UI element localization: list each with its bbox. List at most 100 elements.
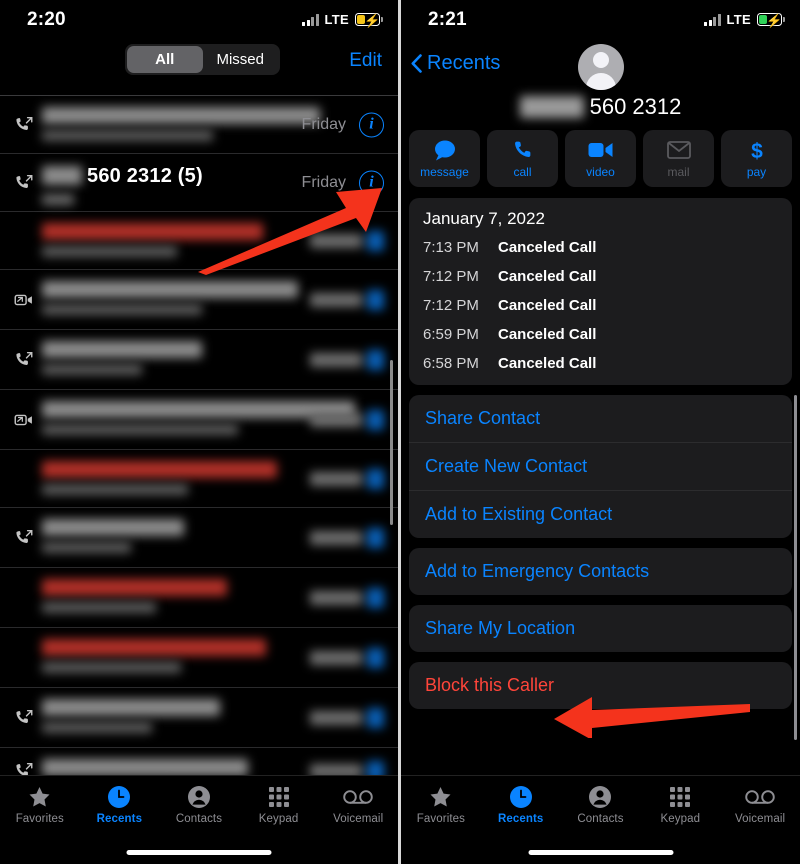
tab-recents[interactable]: Recents [80,784,160,825]
redacted-subtitle [42,602,156,613]
outgoing-call-icon [16,762,33,775]
star-icon [428,784,453,810]
tab-favorites[interactable]: Favorites [0,784,80,825]
redacted-subtitle [42,484,188,495]
status-indicators: LTE ⚡ [302,12,383,28]
call-row-number: 560 2312 (5) [87,165,203,187]
call-row[interactable] [0,508,398,568]
redacted-name [42,699,220,716]
info-button[interactable]: i [359,170,384,195]
menu-group: Share Contact Create New Contact Add to Ex… [409,395,792,538]
home-indicator [126,850,272,855]
segment-missed[interactable]: Missed [203,46,279,73]
svg-text:$: $ [751,140,763,161]
network-label: LTE [324,12,349,27]
back-to-recents-button[interactable]: Recents [411,52,500,75]
call-row[interactable]: 560 2312 (5) Friday i [0,154,398,212]
contact-options-menu[interactable]: Share Contact Create New Contact Add to Ex… [401,395,800,709]
action-message[interactable]: message [409,130,480,187]
voicemail-icon [745,790,775,804]
cellular-signal-icon [704,13,721,26]
outgoing-call-icon [16,351,33,365]
menu-group: Block this Caller [409,662,792,709]
star-icon [29,787,50,807]
all-missed-segmented-control[interactable]: All Missed [125,44,280,75]
redacted-number-prefix [519,96,584,118]
cellular-signal-icon [302,13,319,26]
tab-voicemail[interactable]: Voicemail [318,784,398,825]
menu-item-share-contact[interactable]: Share Contact [409,395,792,443]
tab-favorites[interactable]: Favorites [401,784,481,825]
segment-all[interactable]: All [127,46,203,73]
redacted-name-prefix [42,166,82,185]
call-row[interactable] [0,450,398,508]
contact-number: 560 2312 [589,94,682,119]
redacted-subtitle [42,304,203,315]
tab-keypad[interactable]: Keypad [239,784,319,825]
phone-icon [515,141,531,157]
redacted-subtitle [42,194,74,205]
contact-detail-screen: 2:21 LTE ⚡ Recents 560 2312 message call… [401,0,800,864]
network-label: LTE [726,12,751,27]
redacted-name [42,519,185,536]
battery-icon: ⚡ [355,13,383,28]
redacted-timestamp-and-info [310,587,384,608]
phone-icon [512,139,533,161]
redacted-subtitle [42,542,131,553]
call-row[interactable] [0,568,398,628]
call-row[interactable] [0,628,398,688]
call-row[interactable] [0,748,398,775]
status-time: 2:20 [27,9,66,30]
clock-icon [509,784,533,810]
tab-contacts[interactable]: Contacts [561,784,641,825]
call-row[interactable] [0,212,398,270]
menu-item-add-to-emergency-contacts[interactable]: Add to Emergency Contacts [409,548,792,595]
call-row[interactable] [0,270,398,330]
tab-keypad[interactable]: Keypad [640,784,720,825]
menu-item-block-this-caller[interactable]: Block this Caller [409,662,792,709]
action-video[interactable]: video [565,130,636,187]
history-time: 7:13 PM [423,239,479,256]
chevron-left-icon [411,54,422,73]
envelope-icon [666,139,691,161]
call-history-row: 7:13 PM Canceled Call [409,233,792,262]
call-history-row: 6:58 PM Canceled Call [409,349,792,378]
call-history-card: January 7, 2022 7:13 PM Canceled Call 7:1… [409,198,792,385]
keypad-icon [268,784,289,810]
tab-label: Recents [96,813,143,825]
star-icon [430,787,451,807]
clock-icon [108,786,131,808]
contact-name-row: 560 2312 [401,88,800,126]
call-row[interactable] [0,330,398,390]
redacted-subtitle [42,662,181,673]
menu-item-add-to-existing-contact[interactable]: Add to Existing Contact [409,491,792,538]
menu-group: Share My Location [409,605,792,652]
history-time: 7:12 PM [423,268,479,285]
call-row[interactable]: Friday i [0,96,398,154]
video-call-icon [14,290,34,310]
page-scrollbar[interactable] [793,395,797,740]
video-call-icon [14,410,34,430]
tab-voicemail[interactable]: Voicemail [720,784,800,825]
contact-action-buttons[interactable]: message call video mail $ pay [401,126,800,187]
redacted-timestamp-and-info [310,468,384,489]
outgoing-call-icon [14,528,34,548]
info-button[interactable]: i [359,112,384,137]
action-pay[interactable]: $ pay [721,130,792,187]
call-row[interactable] [0,390,398,450]
edit-button[interactable]: Edit [349,50,382,72]
menu-item-share-my-location[interactable]: Share My Location [409,605,792,652]
tab-label: Favorites [416,813,465,825]
navigation-bar: Recents [401,40,800,90]
recents-call-list[interactable]: Friday i 560 2312 (5) Friday i [0,96,398,775]
call-row[interactable] [0,688,398,748]
tab-recents[interactable]: Recents [481,784,561,825]
tab-contacts[interactable]: Contacts [159,784,239,825]
action-call[interactable]: call [487,130,558,187]
list-scrollbar[interactable] [390,360,393,525]
clock-icon [107,784,131,810]
redacted-timestamp-and-info [310,647,384,668]
menu-item-create-new-contact[interactable]: Create New Contact [409,443,792,491]
person-circle-icon [187,784,211,810]
redacted-name [42,461,277,478]
